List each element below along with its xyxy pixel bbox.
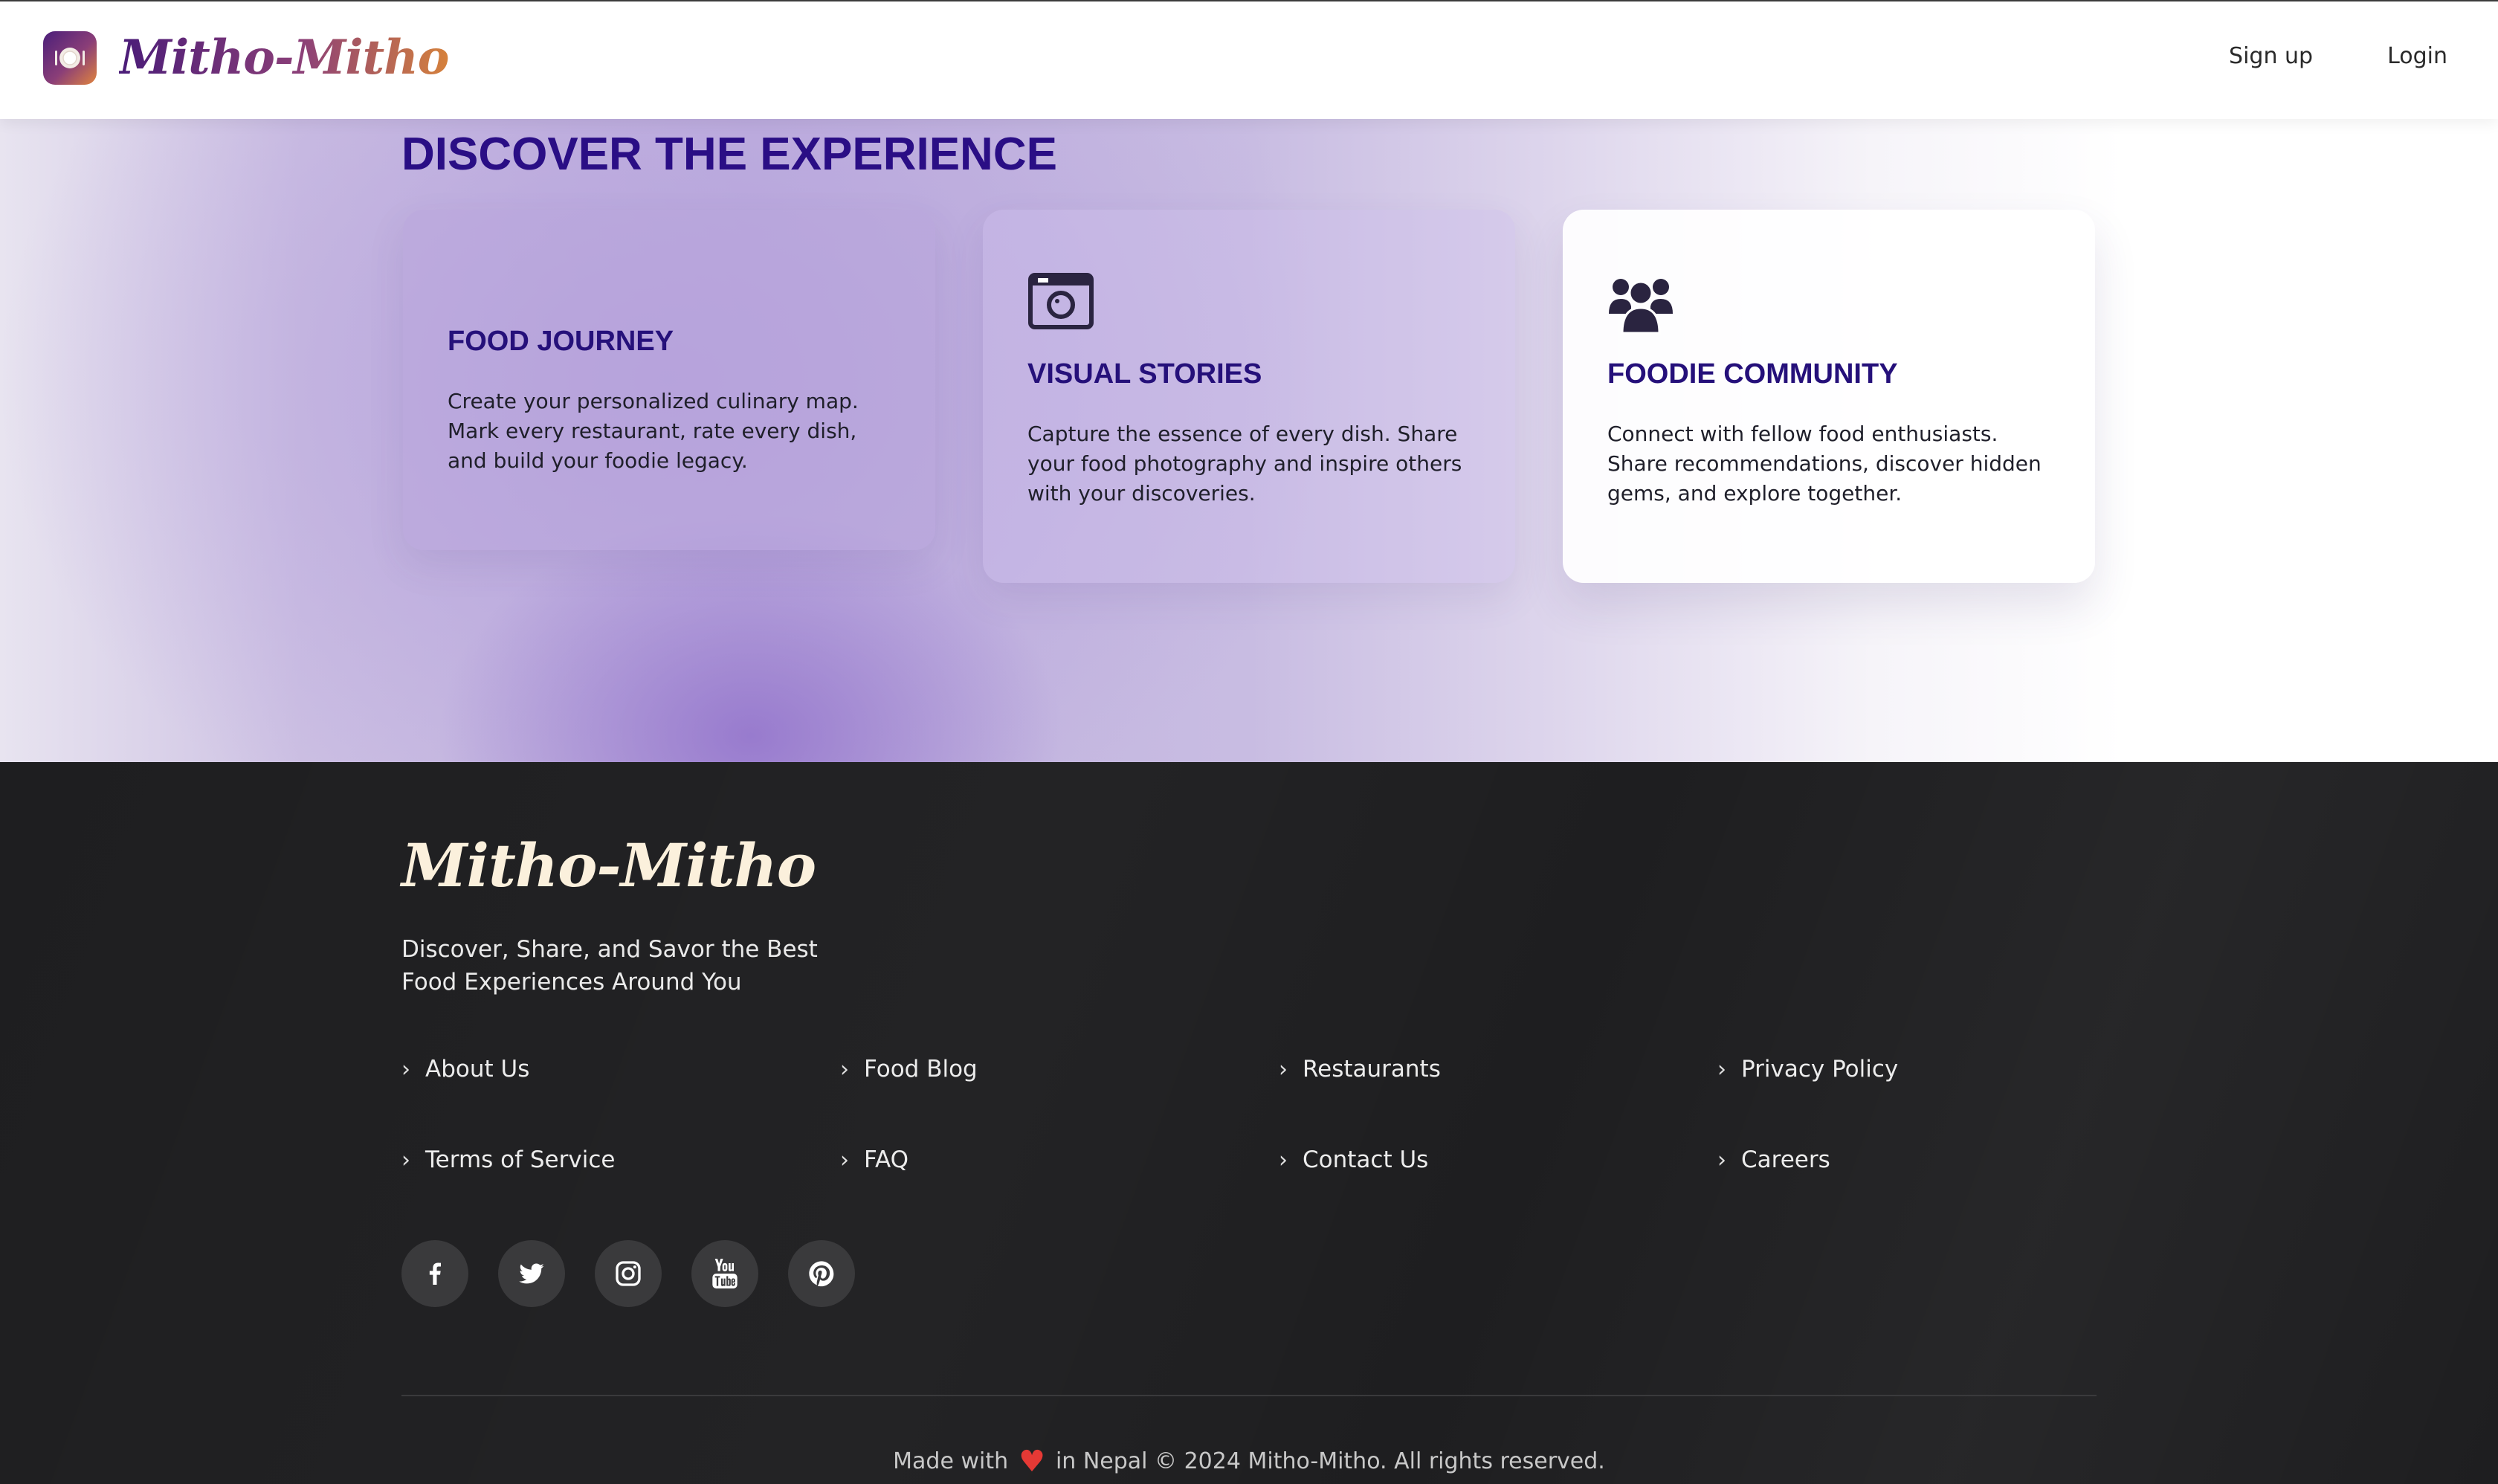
youtube-icon[interactable] <box>691 1240 758 1307</box>
social-links <box>401 1240 855 1307</box>
card-description: Create your personalized culinary map. M… <box>448 389 859 473</box>
camera-icon <box>1027 268 1094 335</box>
footer-link-label: Restaurants <box>1303 1056 1441 1083</box>
card-title: FOODIE COMMUNITY <box>1607 358 1898 390</box>
footer-link-label: Careers <box>1741 1146 1830 1173</box>
chevron-right-icon: › <box>401 1146 410 1173</box>
footer-link-contact[interactable]: › Contact Us <box>1279 1146 1428 1173</box>
copyright-prefix: Made with <box>893 1448 1009 1474</box>
chevron-right-icon: › <box>1279 1146 1288 1173</box>
feature-card-foodie-community: FOODIE COMMUNITY Connect with fellow foo… <box>1563 210 2095 583</box>
facebook-icon[interactable] <box>401 1240 468 1307</box>
card-title: FOOD JOURNEY <box>448 326 674 357</box>
feature-card-visual-stories: VISUAL STORIES Capture the essence of ev… <box>983 210 1515 583</box>
chevron-right-icon: › <box>401 1056 410 1083</box>
plate-icon <box>43 30 97 85</box>
chevron-right-icon: › <box>840 1056 849 1083</box>
footer-link-restaurants[interactable]: › Restaurants <box>1279 1056 1441 1083</box>
header-nav: Sign up Login <box>2229 43 2447 69</box>
users-icon <box>1607 268 1674 335</box>
footer-tagline: Discover, Share, and Savor the Best Food… <box>401 936 818 996</box>
footer-link-food-blog[interactable]: › Food Blog <box>840 1056 978 1083</box>
site-footer: Mitho-Mitho Discover, Share, and Savor t… <box>0 762 2498 1484</box>
footer-divider <box>401 1395 2097 1396</box>
footer-brand[interactable]: Mitho-Mitho <box>401 830 816 900</box>
brand-logo[interactable]: Mitho-Mitho <box>43 30 449 86</box>
footer-link-label: Food Blog <box>864 1056 978 1083</box>
footer-link-faq[interactable]: › FAQ <box>840 1146 908 1173</box>
footer-link-privacy[interactable]: › Privacy Policy <box>1717 1056 1898 1083</box>
brand-name: Mitho-Mitho <box>119 30 449 86</box>
footer-link-label: About Us <box>425 1056 530 1083</box>
discover-section: DISCOVER THE EXPERIENCE FOOD JOURNEY Cre… <box>0 119 2498 762</box>
instagram-icon[interactable] <box>595 1240 662 1307</box>
top-navbar: Mitho-Mitho Sign up Login <box>0 0 2498 119</box>
twitter-icon[interactable] <box>498 1240 565 1307</box>
heart-icon: ♥ <box>1019 1445 1045 1479</box>
footer-link-label: Privacy Policy <box>1741 1056 1899 1083</box>
footer-link-label: Contact Us <box>1303 1146 1429 1173</box>
footer-link-terms[interactable]: › Terms of Service <box>401 1146 615 1173</box>
login-link[interactable]: Login <box>2387 43 2447 69</box>
chevron-right-icon: › <box>1717 1056 1726 1083</box>
footer-link-careers[interactable]: › Careers <box>1717 1146 1830 1173</box>
footer-link-about[interactable]: › About Us <box>401 1056 529 1083</box>
chevron-right-icon: › <box>1717 1146 1726 1173</box>
copyright: Made with ♥ in Nepal © 2024 Mitho-Mitho. A… <box>0 1445 2498 1479</box>
card-title: VISUAL STORIES <box>1027 358 1262 390</box>
pinterest-icon[interactable] <box>788 1240 855 1307</box>
card-description: Connect with fellow food enthusiasts. Sh… <box>1607 422 2042 506</box>
copyright-text: in Nepal © 2024 Mitho-Mitho. All rights … <box>1055 1448 1605 1474</box>
footer-link-label: FAQ <box>864 1146 909 1173</box>
footer-link-label: Terms of Service <box>425 1146 616 1173</box>
signup-link[interactable]: Sign up <box>2229 43 2313 69</box>
section-title: DISCOVER THE EXPERIENCE <box>401 129 1057 180</box>
card-description: Capture the essence of every dish. Share… <box>1027 422 1462 506</box>
feature-card-food-journey: FOOD JOURNEY Create your personalized cu… <box>403 210 935 550</box>
chevron-right-icon: › <box>1279 1056 1288 1083</box>
chevron-right-icon: › <box>840 1146 849 1173</box>
